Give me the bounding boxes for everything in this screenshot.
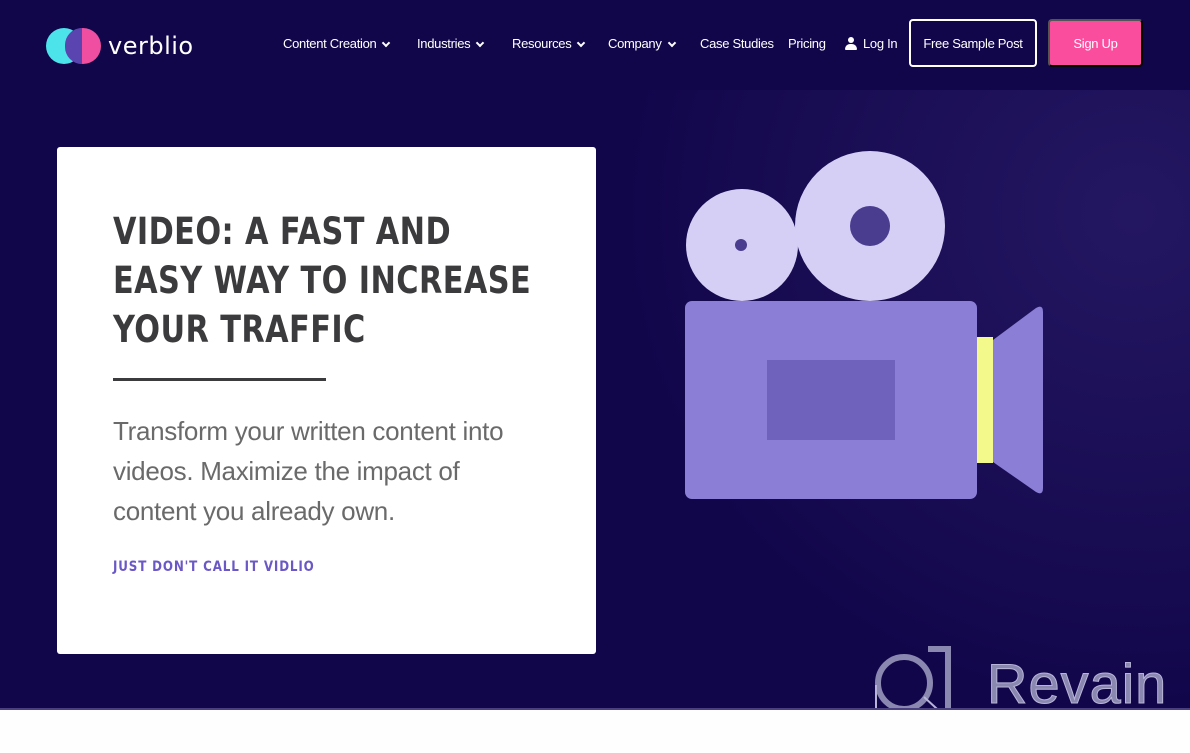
chevron-down-icon [667, 38, 676, 47]
nav-label: Company [608, 36, 662, 51]
nav-item-company[interactable]: Company [608, 36, 676, 51]
title-divider [113, 378, 326, 381]
chevron-down-icon [577, 38, 586, 47]
nav-item-pricing[interactable]: Pricing [788, 36, 826, 51]
video-camera-icon [670, 140, 1070, 520]
login-label: Log In [863, 36, 898, 51]
camera-screen [767, 360, 895, 440]
nav-label: Content Creation [283, 36, 377, 51]
hero-card: VIDEO: A FAST AND EASY WAY TO INCREASE Y… [57, 147, 596, 654]
logo-mark-icon [46, 27, 102, 65]
nav-label: Pricing [788, 36, 826, 51]
revain-logo-icon [875, 646, 951, 710]
free-sample-post-button[interactable]: Free Sample Post [909, 19, 1037, 67]
chevron-down-icon [476, 38, 485, 47]
verblio-logo[interactable]: verblio [46, 27, 196, 65]
sign-up-button[interactable]: Sign Up [1048, 19, 1143, 67]
nav-label: Industries [417, 36, 471, 51]
nav-item-content-creation[interactable]: Content Creation [283, 36, 391, 51]
nav-label: Resources [512, 36, 572, 51]
revain-watermark-text: Revain [986, 652, 1168, 711]
revain-watermark: Revain [872, 645, 1172, 710]
section-divider [0, 708, 1190, 710]
top-navigation: verblio Content Creation Industries Reso… [0, 0, 1190, 86]
nav-label: Case Studies [700, 36, 774, 51]
logo-text: verblio [108, 32, 194, 60]
page-title: VIDEO: A FAST AND EASY WAY TO INCREASE Y… [113, 210, 532, 351]
nav-item-industries[interactable]: Industries [417, 36, 485, 51]
hero-description: Transform your written content into vide… [113, 416, 504, 526]
login-link[interactable]: Log In [845, 36, 898, 51]
tagline-link[interactable]: JUST DON'T CALL IT VIDLIO [113, 559, 315, 575]
hero-section: verblio Content Creation Industries Reso… [0, 0, 1190, 710]
large-reel-hub [850, 206, 890, 246]
camera-lens [993, 306, 1043, 494]
nav-item-case-studies[interactable]: Case Studies [700, 36, 774, 51]
chevron-down-icon [382, 38, 391, 47]
user-icon [845, 37, 857, 50]
small-reel-hub [735, 239, 747, 251]
lens-connector [977, 337, 993, 463]
nav-item-resources[interactable]: Resources [512, 36, 586, 51]
